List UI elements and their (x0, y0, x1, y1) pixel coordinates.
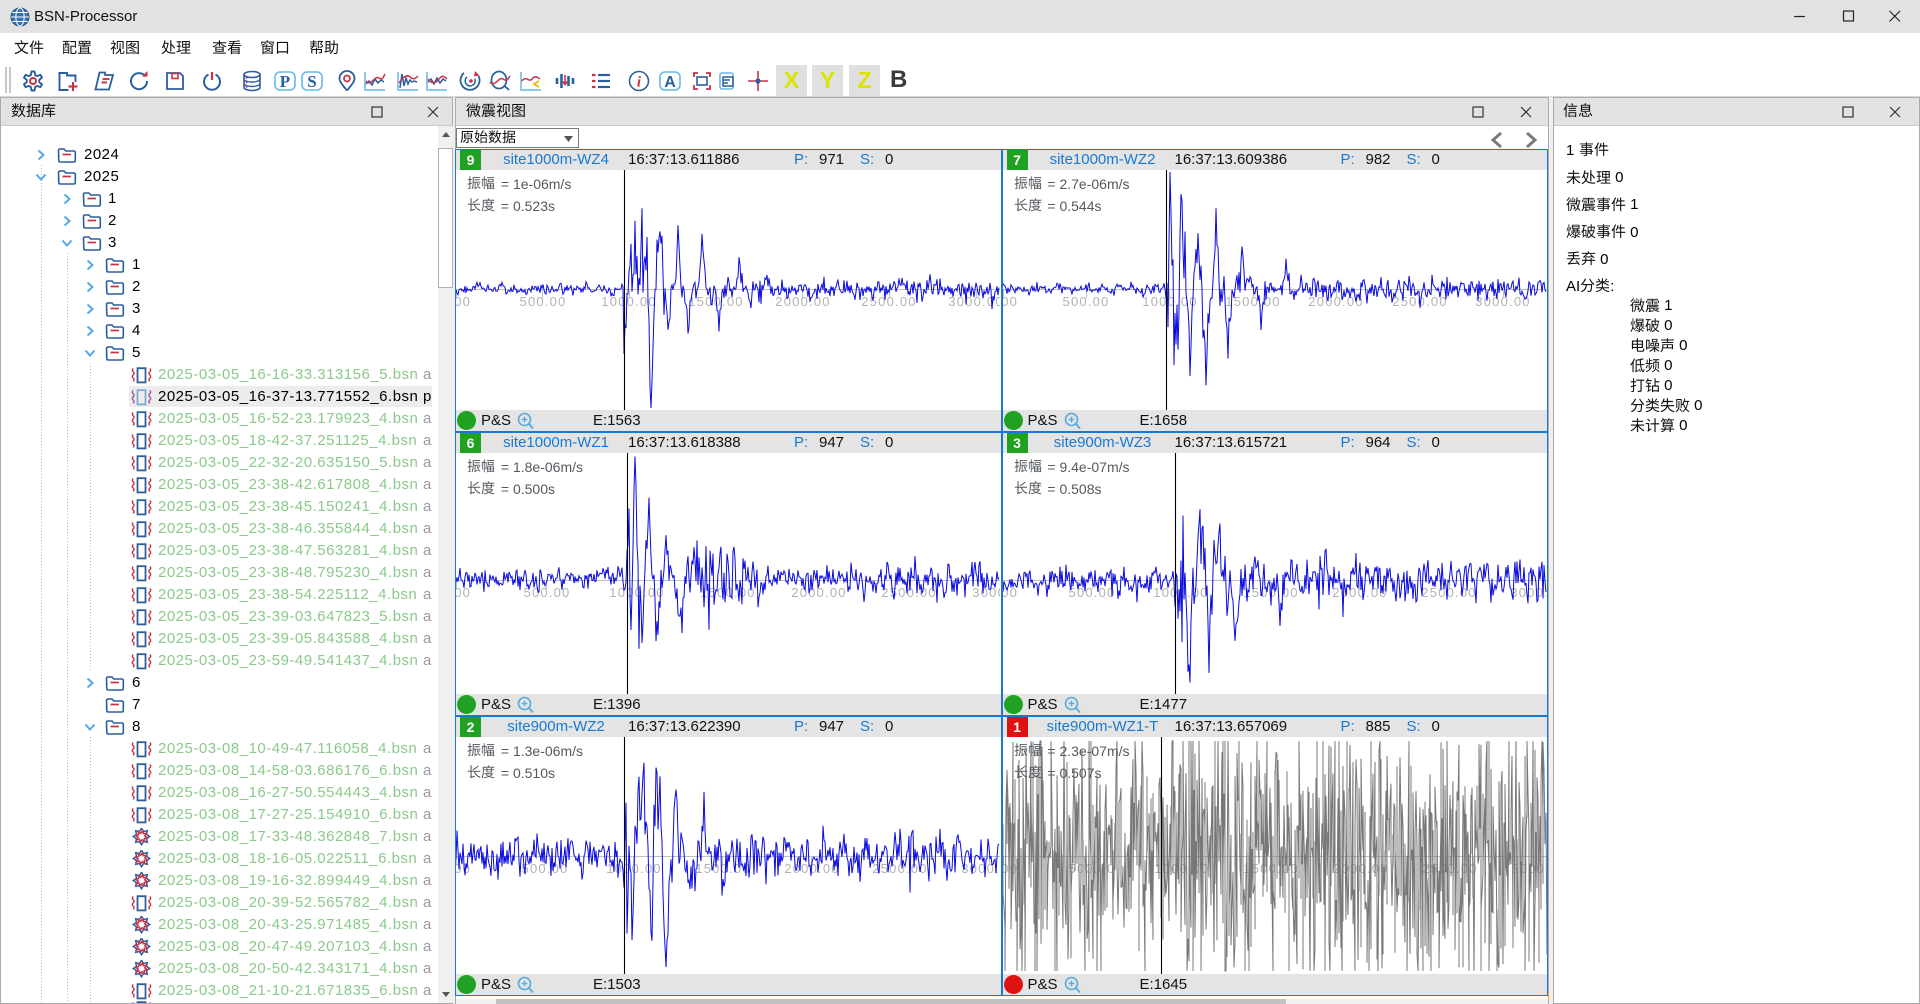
svg-text:A: A (664, 74, 676, 91)
svg-text:P: P (280, 72, 290, 91)
svg-text:1500.00: 1500.00 (695, 861, 750, 876)
svg-text:1000.00: 1000.00 (1142, 294, 1197, 309)
svg-text:500.00: 500.00 (520, 294, 567, 309)
svg-text:1000.00: 1000.00 (609, 585, 664, 600)
svg-text:500.00: 500.00 (1062, 294, 1109, 309)
svg-text:i: i (637, 75, 642, 91)
svg-text:500.00: 500.00 (1068, 585, 1115, 600)
svg-text:3000.00: 3000.00 (1475, 294, 1530, 309)
svg-text:0.00: 0.00 (456, 294, 471, 309)
svg-text:2500.00: 2500.00 (1421, 585, 1476, 600)
svg-text:2500.00: 2500.00 (861, 294, 916, 309)
svg-text:2000.00: 2000.00 (791, 585, 846, 600)
svg-text:S: S (307, 72, 316, 91)
svg-text:2500.00: 2500.00 (881, 585, 936, 600)
svg-text:0.00: 0.00 (1003, 294, 1018, 309)
svg-text:3000.00: 3000.00 (961, 861, 1000, 876)
svg-text:500.00: 500.00 (524, 585, 571, 600)
svg-text:2000.00: 2000.00 (775, 294, 830, 309)
